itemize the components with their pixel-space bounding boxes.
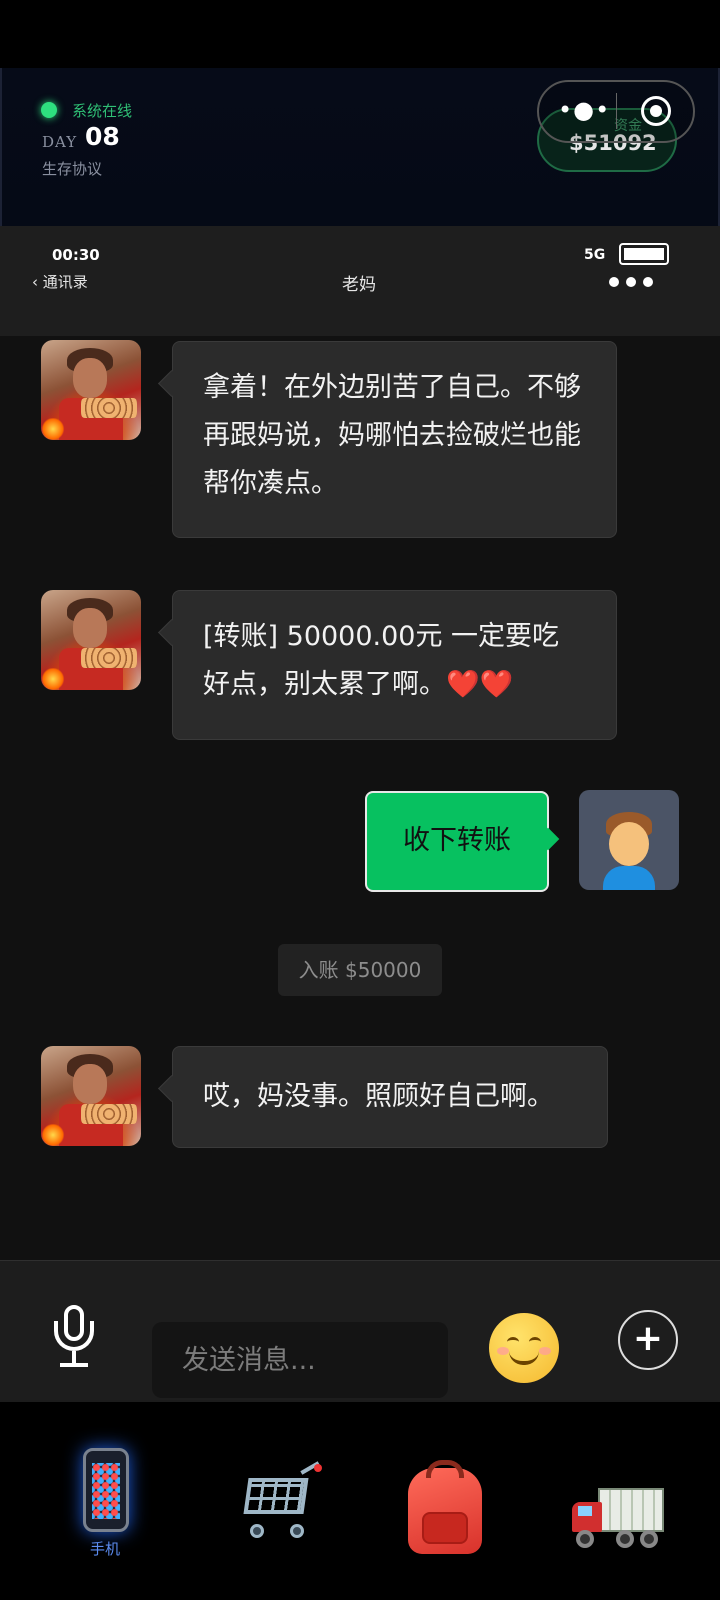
capsule-more-icon[interactable]: •●• <box>558 96 610 124</box>
mom-avatar[interactable] <box>41 1046 141 1146</box>
message-input[interactable] <box>152 1322 448 1398</box>
status-time: 00:30 <box>52 246 100 264</box>
capsule-divider <box>616 93 617 129</box>
message-text: [转账] 50000.00元 一定要吃好点，别太累了啊。❤️❤️ <box>203 621 560 700</box>
top-bar <box>0 0 720 68</box>
my-avatar[interactable] <box>579 790 679 890</box>
emoji-icon[interactable] <box>489 1313 559 1383</box>
shopping-cart-icon[interactable] <box>236 1461 322 1538</box>
phone-icon[interactable] <box>83 1448 129 1532</box>
online-indicator-icon <box>41 102 57 118</box>
microphone-icon[interactable] <box>52 1305 96 1369</box>
message-text: 哎，妈没事。照顾好自己啊。 <box>203 1081 554 1112</box>
day-label: DAY <box>42 133 78 151</box>
message-text: 收下转账 <box>403 825 511 856</box>
nav-label-phone[interactable]: 手机 <box>90 1538 120 1559</box>
message-bubble[interactable]: 哎，妈没事。照顾好自己啊。 <box>172 1046 608 1148</box>
protocol-subtitle: 生存协议 <box>42 160 103 178</box>
back-to-contacts-link[interactable]: ‹ 通讯录 <box>32 271 88 292</box>
battery-icon <box>619 243 669 265</box>
message-text: 拿着！在外边别苦了自己。不够再跟妈说，妈哪怕去捡破烂也能帮你凑点。 <box>203 372 581 499</box>
accept-transfer-bubble[interactable]: 收下转账 <box>365 791 549 892</box>
system-notice: 入账 $50000 <box>278 944 442 996</box>
transfer-message-bubble[interactable]: [转账] 50000.00元 一定要吃好点，别太累了啊。❤️❤️ <box>172 590 617 740</box>
signal-indicator: 5G <box>584 247 606 263</box>
more-options-icon[interactable] <box>609 272 660 291</box>
backpack-icon[interactable] <box>408 1460 482 1554</box>
mom-avatar[interactable] <box>41 590 141 690</box>
system-status-text: 系统在线 <box>72 102 133 120</box>
capsule-close-icon[interactable] <box>641 96 671 126</box>
message-bubble[interactable]: 拿着！在外边别苦了自己。不够再跟妈说，妈哪怕去捡破烂也能帮你凑点。 <box>172 341 617 538</box>
day-number: 08 <box>85 122 120 151</box>
mom-avatar[interactable] <box>41 340 141 440</box>
chat-title: 老妈 <box>342 275 376 295</box>
truck-icon[interactable] <box>572 1488 664 1552</box>
add-attachment-button[interactable]: + <box>618 1310 678 1370</box>
